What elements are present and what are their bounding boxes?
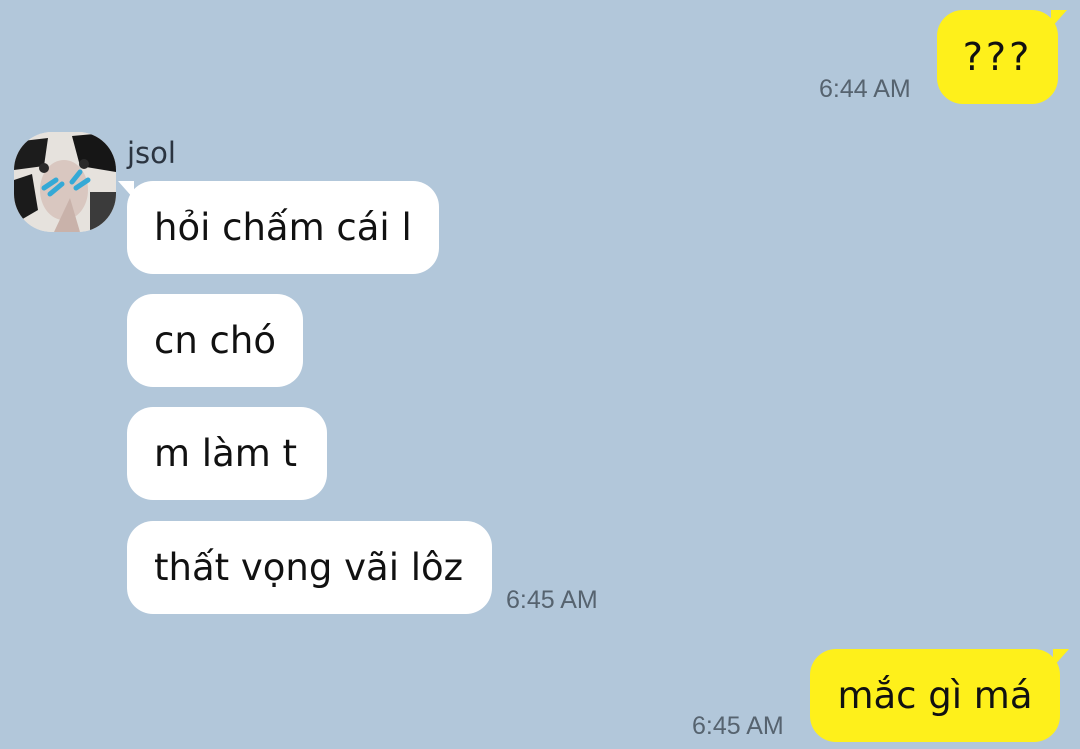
message-text: ???: [962, 35, 1033, 79]
message-text: cn chó: [154, 319, 276, 362]
incoming-message-bubble[interactable]: m làm t: [127, 407, 327, 500]
cat-avatar-icon: [14, 132, 116, 232]
message-text: m làm t: [154, 432, 298, 475]
sender-avatar[interactable]: [14, 132, 116, 232]
outgoing-message-bubble[interactable]: mắc gì má: [810, 649, 1069, 742]
incoming-message-bubble[interactable]: thất vọng vãi lôz: [127, 521, 492, 614]
message-text: thất vọng vãi lôz: [154, 546, 464, 589]
outgoing-message-bubble[interactable]: ???: [937, 10, 1067, 104]
sender-name: jsol: [127, 136, 176, 170]
message-text: mắc gì má: [837, 674, 1033, 717]
message-timestamp: 6:44 AM: [819, 75, 911, 103]
incoming-message-bubble[interactable]: cn chó: [127, 294, 303, 387]
message-timestamp: 6:45 AM: [692, 712, 784, 740]
chat-thread: 6:44 AM ??? jsol hỏi chấm cái l cn chó m…: [0, 0, 1080, 749]
incoming-message-bubble[interactable]: hỏi chấm cái l: [118, 181, 439, 274]
message-timestamp: 6:45 AM: [506, 586, 598, 614]
message-text: hỏi chấm cái l: [154, 206, 412, 249]
